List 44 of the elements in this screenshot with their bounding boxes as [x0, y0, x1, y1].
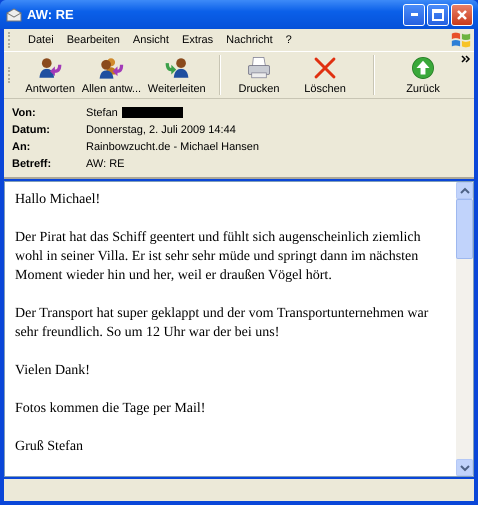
toolbar-button[interactable]: Löschen [287, 55, 364, 95]
minimize-icon [410, 13, 418, 16]
message-paragraph: Hallo Michael! [15, 191, 102, 209]
envelope-icon [6, 6, 22, 22]
close-icon [456, 8, 468, 20]
field-label: Betreff: [12, 158, 52, 170]
menu-item[interactable]: Ansicht [126, 34, 176, 46]
scroll-thumb[interactable] [456, 199, 473, 259]
close-button[interactable] [451, 4, 473, 26]
redaction-bar [122, 107, 183, 118]
menu-item[interactable]: ? [280, 34, 299, 46]
scrollbar[interactable] [456, 182, 473, 476]
maximize-icon [432, 8, 444, 20]
chevron-down-icon [460, 464, 470, 472]
field-value: AW: RE [86, 158, 125, 170]
field-label: Von: [12, 106, 37, 118]
printer-icon [246, 55, 272, 81]
field-value: Rainbowzucht.de - Michael Hansen [86, 140, 260, 152]
message-paragraph: Der Pirat hat das Schiff geentert und fühlt sich augenscheinlich ziemlich wohl in seiner Villa. Er ist sehr sehr müde und springt dann im nächsten Moment wieder hin und her, weil er draußen Vögel hört. [15, 229, 422, 285]
toolbar-button[interactable]: Antworten [22, 55, 78, 95]
message-paragraph: Gruß Stefan [15, 438, 84, 456]
chevron-icon[interactable] [461, 55, 472, 63]
menu-item[interactable]: Nachricht [220, 34, 280, 46]
scroll-up-button[interactable] [456, 182, 473, 199]
toolbar-button[interactable]: Weiterleiten [144, 55, 210, 95]
cross-icon [312, 55, 338, 81]
minimize-button[interactable] [403, 4, 425, 26]
menu-item[interactable]: Extras [176, 34, 220, 46]
maximize-button[interactable] [427, 4, 449, 26]
window-title: AW: RE [27, 7, 75, 22]
chevron-up-icon [460, 186, 470, 194]
field-value: Donnerstag, 2. Juli 2009 14:44 [86, 124, 236, 136]
toolbar-button[interactable]: Zurück [385, 55, 462, 95]
menu-item[interactable]: Bearbeiten [60, 34, 127, 46]
message-paragraph: Der Transport hat super geklappt und der vom Transportunternehmen war sehr freundlich. So um 12 Uhr war der bei uns! [15, 305, 430, 342]
toolbar-button[interactable]: Allen antw... [78, 55, 144, 95]
scroll-down-button[interactable] [456, 459, 473, 476]
menu-item[interactable]: Datei [22, 34, 61, 46]
message-paragraph: Vielen Dank! [15, 362, 91, 380]
field-value: Stefan [86, 106, 118, 118]
field-label: Datum: [12, 124, 51, 136]
toolbar-button[interactable]: Drucken [231, 55, 288, 95]
message-paragraph: Fotos kommen die Tage per Mail! [15, 400, 206, 418]
field-label: An: [12, 140, 32, 152]
